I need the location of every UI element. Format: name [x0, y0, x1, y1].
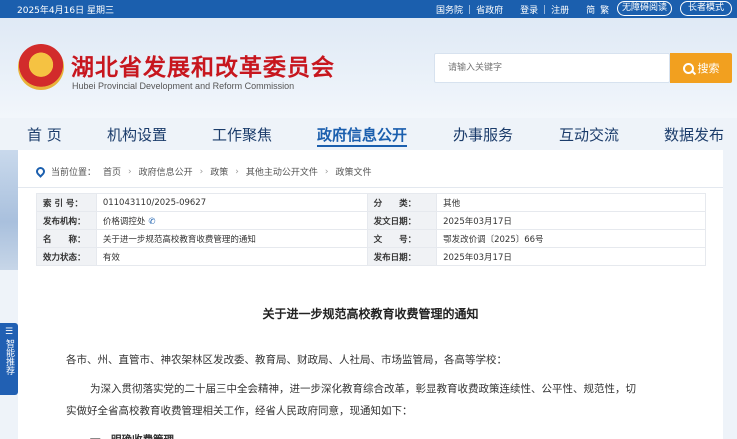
table-row: 索 引 号： 011043110/2025-09627 分 类： 其他: [36, 193, 706, 212]
category-value: 其他: [436, 193, 706, 212]
separator: |: [468, 4, 472, 15]
search-icon: [682, 62, 694, 74]
register-link[interactable]: 注册: [551, 3, 569, 16]
issuing-org-cell: 价格调控处 ✆: [95, 211, 368, 230]
location-pin-icon: [34, 165, 47, 178]
separator: |: [543, 4, 547, 15]
nav-interaction[interactable]: 互动交流: [559, 124, 619, 145]
site-subtitle: Hubei Provincial Development and Reform …: [72, 81, 295, 91]
table-row: 发布机构： 价格调控处 ✆ 发文日期： 2025年03月17日: [36, 211, 706, 230]
nav-home[interactable]: 首 页: [27, 124, 62, 145]
breadcrumb-separator-icon: ›: [199, 166, 204, 177]
breadcrumb-separator-icon: ›: [128, 166, 132, 177]
document-addressee: 各市、州、直管市、神农架林区发改委、教育局、财政局、人社局、市场监管局，各高等学…: [66, 354, 507, 366]
smart-recommend-widget[interactable]: ☰ 智能推荐: [0, 323, 18, 395]
current-date: 2025年4月16日 星期三: [17, 6, 114, 16]
smart-recommend-label: 智能推荐: [4, 339, 14, 375]
content-card: 当前位置： 首页 › 政府信息公开 › 政策 › 其他主动公开文件 › 政策文件…: [18, 150, 723, 439]
nav-work-focus[interactable]: 工作聚焦: [212, 124, 272, 145]
login-link[interactable]: 登录: [520, 3, 538, 16]
nav-services[interactable]: 办事服务: [453, 124, 513, 145]
breadcrumb-policy-docs[interactable]: 政策文件: [336, 165, 372, 178]
document-paragraph-line: 为深入贯彻落实党的二十届三中全会精神，进一步深化教育综合改革，彰显教育收费政策连…: [90, 383, 636, 395]
publish-date-value: 2025年03月17日: [436, 247, 706, 266]
simplified-chinese-link[interactable]: 简: [586, 3, 595, 16]
breadcrumb-prefix: 当前位置：: [51, 168, 97, 178]
nav-organization[interactable]: 机构设置: [107, 124, 167, 145]
nav-gov-info-disclosure[interactable]: 政府信息公开: [317, 124, 407, 145]
issue-date-label: 发文日期：: [366, 211, 438, 230]
table-row: 效力状态： 有效 发布日期： 2025年03月17日: [36, 247, 706, 266]
issue-date-value: 2025年03月17日: [436, 211, 706, 230]
doc-number-label: 文 号：: [366, 229, 438, 248]
national-emblem-icon: ★: [18, 44, 64, 90]
banner-decoration: [0, 150, 18, 270]
doc-name-value: 关于进一步规范高校教育收费管理的通知: [95, 229, 368, 248]
breadcrumb-home[interactable]: 首页: [103, 165, 121, 178]
phone-icon[interactable]: ✆: [148, 217, 155, 227]
breadcrumb-separator-icon: ›: [235, 166, 239, 177]
doc-name-label: 名 称：: [36, 229, 97, 248]
validity-label: 效力状态：: [36, 247, 97, 266]
accessibility-button[interactable]: 无障碍阅读: [617, 1, 672, 16]
breadcrumb-policy[interactable]: 政策: [210, 165, 228, 178]
breadcrumb-separator-icon: ›: [324, 166, 329, 177]
traditional-chinese-link[interactable]: 繁: [600, 3, 609, 16]
issuing-org-label: 发布机构：: [36, 211, 97, 230]
top-bar: 2025年4月16日 星期三 国务院 | 省政府 登录 | 注册 简 繁 无障碍…: [0, 0, 737, 18]
document-paragraph-line: 实做好全省高校教育收费管理相关工作，经省人民政府同意，现通知如下：: [66, 405, 413, 417]
search-box: [434, 53, 670, 83]
nav-data-release[interactable]: 数据发布: [664, 124, 724, 145]
menu-icon: ☰: [4, 327, 14, 337]
search-button[interactable]: 搜索: [670, 53, 732, 83]
publish-date-label: 发布日期：: [366, 247, 438, 266]
category-label: 分 类：: [366, 193, 438, 212]
top-links: 国务院 | 省政府 登录 | 注册 简 繁: [436, 3, 614, 17]
validity-value: 有效: [95, 247, 368, 266]
link-state-council[interactable]: 国务院: [436, 3, 463, 16]
search-input[interactable]: [435, 54, 669, 82]
elder-mode-button[interactable]: 长者模式: [680, 1, 732, 16]
site-header: ★ 湖北省发展和改革委员会 Hubei Provincial Developme…: [0, 18, 737, 118]
index-number-label: 索 引 号：: [36, 193, 97, 212]
site-title[interactable]: 湖北省发展和改革委员会: [71, 48, 335, 82]
breadcrumb-gov-info[interactable]: 政府信息公开: [139, 165, 193, 178]
link-province-gov[interactable]: 省政府: [476, 3, 503, 16]
breadcrumb: 当前位置： 首页 › 政府信息公开 › 政策 › 其他主动公开文件 › 政策文件: [34, 165, 379, 178]
search-button-label: 搜索: [697, 62, 720, 75]
doc-number-value: 鄂发改价调〔2025〕66号: [436, 229, 706, 248]
main-nav: 首 页 机构设置 工作聚焦 政府信息公开 办事服务 互动交流 数据发布: [0, 118, 737, 148]
section-heading: 一、明确收费管理: [90, 429, 174, 439]
divider: [18, 187, 723, 188]
nav-active-indicator: [317, 145, 407, 147]
index-number-value: 011043110/2025-09627: [95, 193, 368, 212]
table-row: 名 称： 关于进一步规范高校教育收费管理的通知 文 号： 鄂发改价调〔2025〕…: [36, 229, 706, 248]
issuing-org-value: 价格调控处: [102, 216, 146, 227]
breadcrumb-other-files[interactable]: 其他主动公开文件: [246, 165, 318, 178]
document-info-table: 索 引 号： 011043110/2025-09627 分 类： 其他 发布机构…: [36, 193, 706, 266]
document-title: 关于进一步规范高校教育收费管理的通知: [262, 307, 479, 321]
